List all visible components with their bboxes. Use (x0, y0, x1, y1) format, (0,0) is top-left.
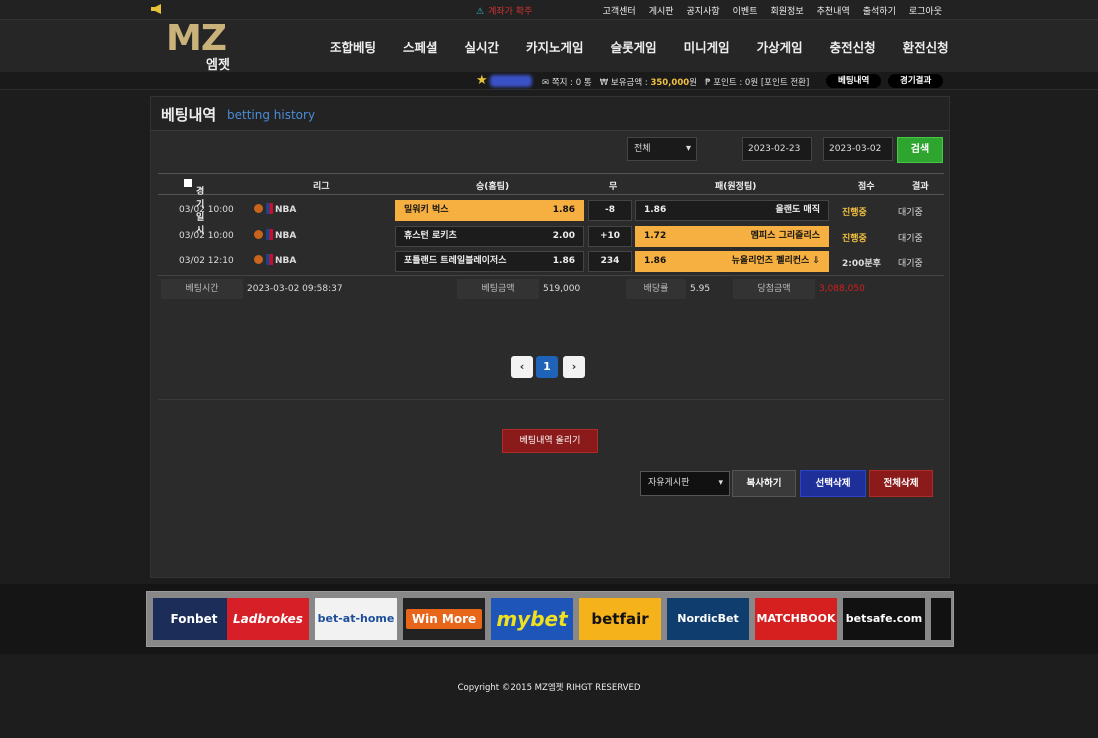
filter-select[interactable]: 전체 (627, 137, 697, 161)
partner-ladbrokes[interactable]: Ladbrokes (227, 598, 309, 640)
user-info: ✉ 쪽지 : 0 통 ₩ 보유금액 : 350,000원 ₱ 포인트 : 0원 … (542, 78, 810, 88)
username-redacted (490, 75, 532, 87)
table-header: 경기일시 리그 승(홈팀) 무 패(원정팀) 점수 결과 (158, 173, 944, 236)
page-subtitle: betting history (227, 108, 316, 122)
table-row: 03/02 12:10 NBA 포틀랜드 트레일블레이저스 1.86 234 1.… (158, 249, 944, 273)
megaphone-icon (151, 4, 161, 14)
date-from-input[interactable]: 2023-02-23 (742, 137, 812, 161)
copy-button[interactable]: 복사하기 (732, 470, 796, 497)
level-star-icon: ★ (476, 73, 488, 88)
partner-next[interactable] (931, 598, 951, 640)
link-board[interactable]: 게시판 (649, 4, 674, 17)
main-header: MZ 엠젯 조합베팅 스페셜 실시간 카지노게임 슬롯게임 미니게임 가상게임 … (0, 20, 1098, 74)
nba-logo-icon (266, 254, 273, 265)
link-notices[interactable]: 공지사항 (687, 4, 720, 17)
partner-matchbook[interactable]: MATCHBOOK (755, 598, 837, 640)
link-events[interactable]: 이벤트 (733, 4, 758, 17)
alert-icon: ⚠ (476, 7, 485, 17)
table-row: 03/02 10:00 NBA 휴스턴 로키츠 2.00 +10 1.72 멤피스 … (158, 224, 944, 248)
basketball-icon (254, 204, 263, 213)
nav-slots[interactable]: 슬롯게임 (611, 37, 657, 56)
win-amount: 3,088,050 (819, 284, 865, 294)
draw-cell[interactable]: +10 (588, 226, 632, 247)
nav-deposit[interactable]: 충전신청 (830, 37, 876, 56)
nav-withdraw[interactable]: 환전신청 (903, 37, 949, 56)
partner-fonbet[interactable]: Fonbet (153, 598, 235, 640)
notice-ticker[interactable]: ⚠ 계좌가 확주 (476, 4, 532, 17)
nba-logo-icon (266, 203, 273, 214)
home-pick-cell[interactable]: 포틀랜드 트레일블레이저스 1.86 (395, 251, 584, 272)
bet-summary: 베팅시간 2023-03-02 09:58:37 베팅금액 519,000 배당… (158, 275, 944, 299)
site-logo[interactable]: MZ 엠젯 (166, 21, 236, 74)
bet-amount: 519,000 (543, 284, 581, 294)
next-page-button[interactable]: › (563, 356, 585, 378)
partner-mybet[interactable]: mybet (491, 598, 573, 640)
date-to-input[interactable]: 2023-03-02 (823, 137, 893, 161)
table-row: 03/02 10:00 NBA 밀워키 벅스 1.86 -8 1.86 올랜도 매직… (158, 198, 944, 222)
user-bar: ★ ✉ 쪽지 : 0 통 ₩ 보유금액 : 350,000원 ₱ 포인트 : 0… (0, 72, 1098, 90)
nav-live[interactable]: 실시간 (465, 37, 500, 56)
link-attendance[interactable]: 출석하기 (863, 4, 896, 17)
partner-logos: Fonbet Ladbrokes bet-at-home Win More my… (146, 591, 954, 647)
top-bar: ⚠ 계좌가 확주 고객센터 게시판 공지사항 이벤트 회원정보 추천내역 출석하기… (0, 0, 1098, 20)
basketball-icon (254, 230, 263, 239)
main-nav: 조합베팅 스페셜 실시간 카지노게임 슬롯게임 미니게임 가상게임 충전신청 환… (330, 37, 976, 56)
divider (158, 399, 944, 400)
nav-virtual-games[interactable]: 가상게임 (757, 37, 803, 56)
partner-bet-at-home[interactable]: bet-at-home (315, 598, 397, 640)
draw-cell[interactable]: 234 (588, 251, 632, 272)
partner-betsafe[interactable]: betsafe.com (843, 598, 925, 640)
nav-casino[interactable]: 카지노게임 (526, 37, 584, 56)
bet-time: 2023-03-02 09:58:37 (247, 284, 343, 294)
prev-page-button[interactable]: ‹ (511, 356, 533, 378)
link-referrals[interactable]: 추천내역 (817, 4, 850, 17)
partner-betfair[interactable]: betfair (579, 598, 661, 640)
balance-value: 350,000 (650, 78, 690, 88)
basketball-icon (254, 255, 263, 264)
link-member-info[interactable]: 회원정보 (771, 4, 804, 17)
betting-history-panel: 베팅내역 betting history 전체 2023-02-23 2023-… (150, 96, 950, 578)
home-pick-cell[interactable]: 밀워키 벅스 1.86 (395, 200, 584, 221)
link-logout[interactable]: 로그아웃 (909, 4, 942, 17)
betting-history-button[interactable]: 베팅내역 (826, 74, 882, 88)
panel-title: 베팅내역 betting history (151, 97, 949, 131)
top-links: 고객센터 게시판 공지사항 이벤트 회원정보 추천내역 출석하기 로그아웃 (603, 4, 942, 17)
away-pick-cell[interactable]: 1.86 뉴올리언즈 펠리컨스 ⇩ (635, 251, 829, 272)
delete-all-button[interactable]: 전체삭제 (869, 470, 933, 497)
nba-logo-icon (266, 229, 273, 240)
away-pick-cell[interactable]: 1.72 멤피스 그리즐리스 (635, 226, 829, 247)
copyright: Copyright ©2015 MZ엠젯 RIHGT RESERVED (457, 683, 641, 693)
game-results-button[interactable]: 경기결과 (888, 74, 944, 88)
board-select[interactable]: 자유게시판 (640, 471, 730, 496)
upload-history-button[interactable]: 베팅내역 올리기 (502, 429, 598, 453)
draw-cell[interactable]: -8 (588, 200, 632, 221)
nav-combo-betting[interactable]: 조합베팅 (330, 37, 376, 56)
messages[interactable]: ✉ 쪽지 : 0 통 (542, 78, 592, 88)
nav-mini-games[interactable]: 미니게임 (684, 37, 730, 56)
delete-selected-button[interactable]: 선택삭제 (800, 470, 866, 497)
partner-nordicbet[interactable]: NordicBet (667, 598, 749, 640)
bet-odds: 5.95 (690, 284, 711, 294)
away-pick-cell[interactable]: 1.86 올랜도 매직 (635, 200, 829, 221)
search-button[interactable]: 검색 (897, 137, 943, 163)
home-pick-cell[interactable]: 휴스턴 로키츠 2.00 (395, 226, 584, 247)
partner-win-more[interactable]: Win More (403, 598, 485, 640)
nav-special[interactable]: 스페셜 (403, 37, 438, 56)
link-customer-center[interactable]: 고객센터 (603, 4, 636, 17)
page-1-button[interactable]: 1 (536, 356, 558, 378)
page-title: 베팅내역 (161, 106, 217, 124)
points[interactable]: ₱ 포인트 : 0원 [포인트 전환] (705, 78, 809, 88)
select-all-checkbox[interactable] (184, 179, 192, 187)
